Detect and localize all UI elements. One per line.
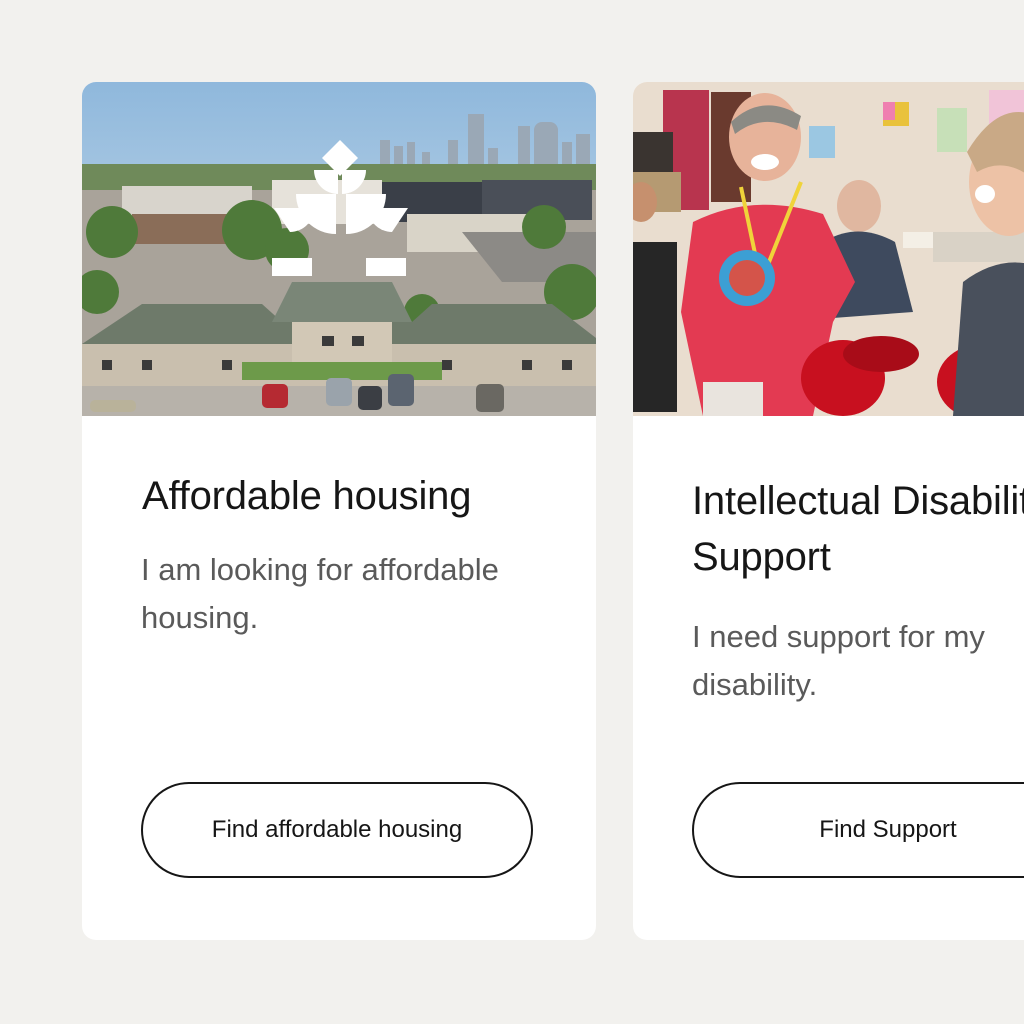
page: Affordable housing I am looking for affo… xyxy=(0,0,1024,1024)
find-affordable-housing-button[interactable]: Find affordable housing xyxy=(141,782,533,878)
card-description: I need support for my disability. xyxy=(692,619,985,702)
card-title: Affordable housing xyxy=(142,474,472,518)
card-image-housing xyxy=(82,82,596,416)
card-image-support xyxy=(633,82,1024,416)
find-support-button[interactable]: Find Support xyxy=(692,782,1024,878)
card-intellectual-disability-support[interactable]: Intellectual Disability Support I need s… xyxy=(633,82,1024,940)
card-title: Intellectual Disability Support xyxy=(692,479,1024,579)
card-affordable-housing[interactable]: Affordable housing I am looking for affo… xyxy=(82,82,596,940)
card-description: I am looking for affordable housing. xyxy=(141,552,499,635)
